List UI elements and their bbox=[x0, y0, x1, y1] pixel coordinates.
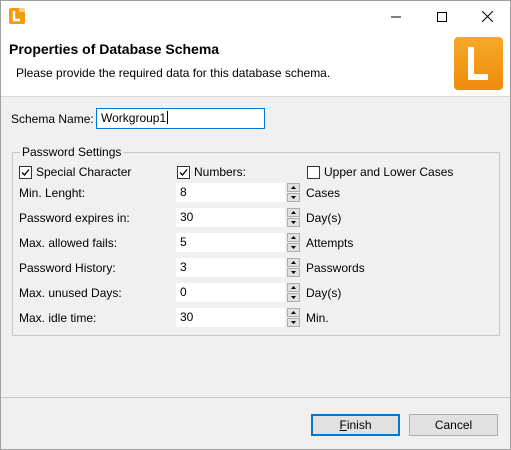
dialog-header: Properties of Database Schema Please pro… bbox=[1, 32, 510, 97]
max-unused-days-unit: Day(s) bbox=[306, 286, 342, 300]
max-unused-days-spinner[interactable] bbox=[287, 283, 300, 302]
password-expires-spinner[interactable] bbox=[287, 208, 300, 227]
footer-separator bbox=[1, 397, 510, 398]
spin-up-button[interactable] bbox=[287, 308, 300, 317]
max-idle-time-spinner[interactable] bbox=[287, 308, 300, 327]
schema-name-label: Schema Name: bbox=[11, 112, 94, 126]
min-length-input[interactable]: 8 bbox=[176, 183, 285, 202]
checkbox-box bbox=[307, 165, 320, 179]
page-title: Properties of Database Schema bbox=[9, 41, 220, 57]
spin-up-button[interactable] bbox=[287, 183, 300, 192]
max-idle-time-label: Max. idle time: bbox=[19, 311, 97, 325]
spin-up-button[interactable] bbox=[287, 208, 300, 217]
password-history-input[interactable]: 3 bbox=[176, 258, 285, 277]
upper-lower-cases-checkbox[interactable]: Upper and Lower Cases bbox=[307, 165, 453, 179]
max-idle-time-input[interactable]: 30 bbox=[176, 308, 285, 327]
max-unused-days-input[interactable]: 0 bbox=[176, 283, 285, 302]
numbers-label: Numbers: bbox=[194, 165, 247, 179]
schema-name-value: Workgroup1 bbox=[101, 111, 167, 125]
spin-down-button[interactable] bbox=[287, 218, 300, 227]
min-length-unit: Cases bbox=[306, 186, 341, 200]
numbers-checkbox[interactable]: Numbers: bbox=[177, 165, 246, 179]
max-allowed-fails-unit: Attempts bbox=[306, 236, 354, 250]
maximize-button[interactable] bbox=[419, 1, 465, 32]
max-allowed-fails-input[interactable]: 5 bbox=[176, 233, 285, 252]
schema-name-input[interactable]: Workgroup1 bbox=[96, 108, 265, 129]
min-length-spinner[interactable] bbox=[287, 183, 300, 202]
password-expires-unit: Day(s) bbox=[306, 211, 342, 225]
spin-down-button[interactable] bbox=[287, 193, 300, 202]
minimize-icon bbox=[391, 12, 401, 22]
checkbox-box bbox=[19, 165, 32, 179]
spin-down-button[interactable] bbox=[287, 268, 300, 277]
max-allowed-fails-spinner[interactable] bbox=[287, 233, 300, 252]
finish-button[interactable]: Finish bbox=[311, 414, 400, 436]
text-caret bbox=[167, 111, 169, 124]
spin-down-button[interactable] bbox=[287, 318, 300, 327]
close-icon bbox=[481, 11, 493, 22]
min-length-label: Min. Lenght: bbox=[19, 186, 86, 200]
cancel-label: Cancel bbox=[434, 418, 473, 432]
page-description: Please provide the required data for thi… bbox=[16, 66, 331, 80]
special-character-label: Special Character bbox=[36, 165, 132, 179]
spin-up-button[interactable] bbox=[287, 283, 300, 292]
password-expires-input[interactable]: 30 bbox=[176, 208, 285, 227]
dialog-window: Properties of Database Schema Please pro… bbox=[0, 0, 511, 450]
checkbox-box bbox=[177, 165, 190, 179]
spin-down-button[interactable] bbox=[287, 293, 300, 302]
finish-label: Finish bbox=[339, 418, 372, 432]
max-idle-time-unit: Min. bbox=[306, 311, 329, 325]
password-history-label: Password History: bbox=[19, 261, 116, 275]
max-allowed-fails-label: Max. allowed fails: bbox=[19, 236, 118, 250]
password-expires-label: Password expires in: bbox=[19, 211, 130, 225]
cancel-button[interactable]: Cancel bbox=[409, 414, 498, 436]
spin-up-button[interactable] bbox=[287, 258, 300, 267]
special-character-checkbox[interactable]: Special Character bbox=[19, 165, 131, 179]
max-unused-days-label: Max. unused Days: bbox=[19, 286, 122, 300]
maximize-icon bbox=[437, 11, 447, 22]
close-button[interactable] bbox=[464, 1, 510, 32]
password-settings-title: Password Settings bbox=[20, 145, 124, 159]
minimize-button[interactable] bbox=[373, 1, 419, 32]
password-history-unit: Passwords bbox=[306, 261, 365, 275]
l-logo-icon bbox=[454, 37, 503, 90]
upper-lower-cases-label: Upper and Lower Cases bbox=[324, 165, 454, 179]
spin-down-button[interactable] bbox=[287, 243, 300, 252]
password-history-spinner[interactable] bbox=[287, 258, 300, 277]
title-bar[interactable] bbox=[1, 1, 510, 32]
spin-up-button[interactable] bbox=[287, 233, 300, 242]
app-logo-icon bbox=[9, 8, 25, 24]
